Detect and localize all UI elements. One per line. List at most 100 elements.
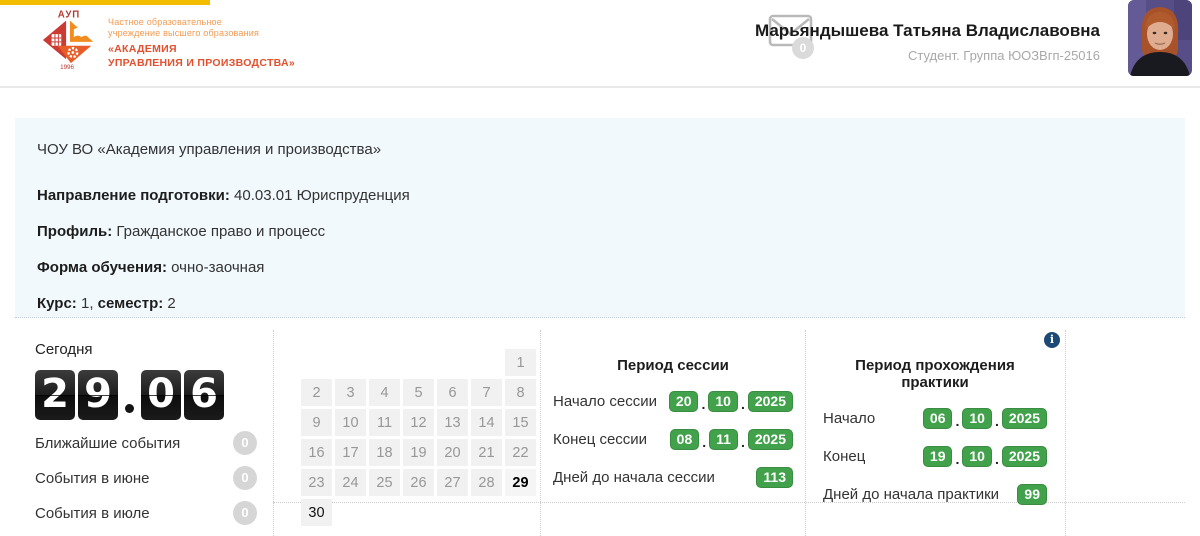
calendar-day[interactable]: 15 (505, 409, 536, 436)
event-link-july[interactable]: События в июле 0 (35, 501, 257, 525)
profile-row: Профиль: Гражданское право и процесс (37, 223, 1185, 240)
calendar-day[interactable]: 9 (301, 409, 332, 436)
divider (805, 330, 806, 536)
top-accent-bar (0, 0, 210, 5)
widgets-row: Сегодня 2 9 0 6 Ближайшие события 0 Собы… (0, 330, 1200, 536)
calendar-day (403, 349, 434, 376)
course-label: Курс: (37, 295, 77, 312)
study-form-row: Форма обучения: очно-заочная (37, 259, 1185, 276)
days-count-badge: 113 (756, 467, 793, 488)
calendar-day-today[interactable]: 29 (505, 469, 536, 496)
calendar-day[interactable]: 20 (437, 439, 468, 466)
calendar-day[interactable]: 3 (335, 379, 366, 406)
calendar-day (505, 499, 536, 526)
clock-dot (125, 404, 134, 413)
semester-label: семестр: (98, 295, 164, 312)
calendar-day (369, 499, 400, 526)
calendar-day[interactable]: 8 (505, 379, 536, 406)
profile-value: Гражданское право и процесс (112, 223, 325, 240)
date-day-badge: 08 (670, 429, 700, 450)
avatar[interactable] (1128, 0, 1192, 76)
calendar-grid: 1 2 3 4 5 6 7 8 9 10 11 12 13 14 15 16 1… (301, 349, 536, 526)
institution-name: Частное образовательное учреждение высше… (108, 8, 295, 70)
calendar-day[interactable]: 28 (471, 469, 502, 496)
date-separator: . (701, 396, 705, 412)
calendar-day[interactable]: 19 (403, 439, 434, 466)
divider (273, 330, 274, 536)
calendar-day[interactable]: 26 (403, 469, 434, 496)
calendar-day[interactable]: 22 (505, 439, 536, 466)
direction-label: Направление подготовки: (37, 187, 230, 204)
session-days-left-label: Дней до начала сессии (553, 469, 715, 486)
date-year-badge: 2025 (748, 429, 793, 450)
brand-logo[interactable]: АУП 1996 Частное образовательное учрежде… (40, 8, 295, 70)
event-label: Ближайшие события (35, 435, 180, 452)
calendar-day[interactable]: 14 (471, 409, 502, 436)
calendar-day[interactable]: 16 (301, 439, 332, 466)
event-count-badge: 0 (233, 466, 257, 490)
calendar-day[interactable]: 2 (301, 379, 332, 406)
date-day-badge: 19 (923, 446, 953, 467)
date-separator: . (995, 413, 999, 429)
session-start-row: Начало сессии 20.10.2025 (553, 391, 793, 412)
flip-digit: 0 (141, 370, 181, 420)
date-month-badge: 10 (708, 391, 738, 412)
calendar-day[interactable]: 18 (369, 439, 400, 466)
calendar-day[interactable]: 24 (335, 469, 366, 496)
calendar-day[interactable]: 27 (437, 469, 468, 496)
semester-value: 2 (163, 295, 176, 312)
calendar-day[interactable]: 21 (471, 439, 502, 466)
date-month-badge: 11 (709, 429, 738, 450)
divider (540, 330, 541, 536)
session-days-left-value: 113 (756, 467, 793, 488)
date-separator: . (955, 451, 959, 467)
svg-text:АУП: АУП (58, 10, 80, 21)
calendar-day[interactable]: 12 (403, 409, 434, 436)
calendar-day[interactable]: 13 (437, 409, 468, 436)
user-menu[interactable]: Марьяндышева Татьяна Владиславовна Студе… (755, 21, 1100, 63)
practice-period-title: Период прохождения практики (823, 357, 1047, 391)
calendar-day[interactable]: 7 (471, 379, 502, 406)
date-separator: . (955, 413, 959, 429)
date-year-badge: 2025 (748, 391, 793, 412)
practice-period-widget: Период прохождения практики Начало 06.10… (823, 357, 1047, 505)
direction-row: Направление подготовки: 40.03.01 Юриспру… (37, 187, 1185, 204)
calendar: 1 2 3 4 5 6 7 8 9 10 11 12 13 14 15 16 1… (301, 349, 536, 526)
event-link-upcoming[interactable]: Ближайшие события 0 (35, 431, 257, 455)
calendar-day (471, 349, 502, 376)
calendar-day (403, 499, 434, 526)
practice-start-date: 06.10.2025 (923, 408, 1047, 429)
institution-line: Частное образовательное (108, 17, 295, 28)
info-icon[interactable]: i (1044, 332, 1060, 348)
event-count-badge: 0 (233, 501, 257, 525)
user-name: Марьяндышева Татьяна Владиславовна (755, 21, 1100, 41)
calendar-day[interactable]: 10 (335, 409, 366, 436)
calendar-day (437, 349, 468, 376)
calendar-day[interactable]: 5 (403, 379, 434, 406)
calendar-day[interactable]: 30 (301, 499, 332, 526)
course-semester-row: Курс: 1, семестр: 2 (37, 295, 1185, 312)
calendar-day[interactable]: 11 (369, 409, 400, 436)
institution-line: «АКАДЕМИЯ (108, 43, 295, 56)
calendar-day (369, 349, 400, 376)
session-start-label: Начало сессии (553, 393, 657, 410)
session-period-title: Период сессии (553, 357, 793, 374)
date-separator: . (995, 451, 999, 467)
calendar-day[interactable]: 4 (369, 379, 400, 406)
event-link-june[interactable]: События в июне 0 (35, 466, 257, 490)
calendar-day[interactable]: 6 (437, 379, 468, 406)
practice-end-date: 19.10.2025 (923, 446, 1047, 467)
calendar-day (335, 349, 366, 376)
practice-days-left-label: Дней до начала практики (823, 486, 999, 503)
date-year-badge: 2025 (1002, 408, 1047, 429)
calendar-day[interactable]: 23 (301, 469, 332, 496)
today-widget: Сегодня 2 9 0 6 Ближайшие события 0 Собы… (35, 341, 257, 525)
practice-start-row: Начало 06.10.2025 (823, 408, 1047, 429)
calendar-day (471, 499, 502, 526)
calendar-day[interactable]: 17 (335, 439, 366, 466)
aup-logo-icon: АУП 1996 (40, 8, 98, 70)
calendar-day (335, 499, 366, 526)
calendar-day[interactable]: 1 (505, 349, 536, 376)
calendar-day[interactable]: 25 (369, 469, 400, 496)
session-end-label: Конец сессии (553, 431, 647, 448)
